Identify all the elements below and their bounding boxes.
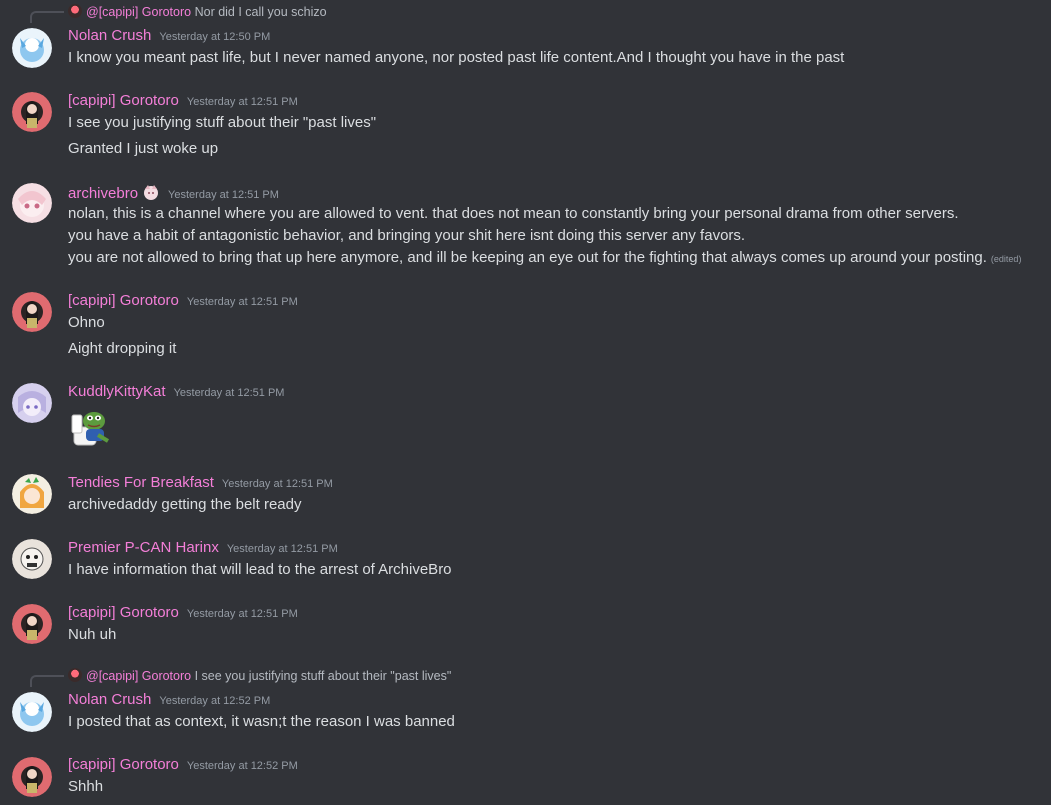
message-text: I know you meant past life, but I never … [68, 49, 845, 66]
reply-spine [30, 11, 64, 23]
avatar[interactable] [12, 292, 52, 332]
reply-avatar-icon [68, 4, 82, 18]
author-name[interactable]: [capipi] Gorotoro Yesterday at 12:51 PM [68, 604, 298, 621]
avatar[interactable] [12, 183, 52, 223]
timestamp: Yesterday at 12:51 PM [186, 96, 298, 108]
author-name[interactable]: Nolan Crush Yesterday at 12:52 PM [68, 691, 270, 708]
reply-author[interactable]: @[capipi] Gorotoro [86, 5, 191, 19]
author-name[interactable]: [capipi] Gorotoro Yesterday at 12:51 PM [68, 292, 298, 309]
timestamp: Yesterday at 12:51 PM [186, 608, 298, 620]
timestamp: Yesterday at 12:52 PM [186, 760, 298, 772]
reply-preview[interactable]: @[capipi] Gorotoro I see you justifying … [68, 668, 451, 683]
author-name[interactable]: Tendies For Breakfast Yesterday at 12:51 … [68, 474, 333, 491]
timestamp: Yesterday at 12:51 PM [173, 387, 285, 399]
avatar[interactable] [12, 757, 52, 797]
message-text: I see you justifying stuff about their "… [68, 114, 377, 131]
timestamp: Yesterday at 12:51 PM [186, 296, 298, 308]
pepe-toilet-sticker-icon[interactable] [68, 405, 112, 449]
reply-spine [30, 675, 64, 687]
avatar[interactable] [12, 474, 52, 514]
author-name[interactable]: Nolan Crush Yesterday at 12:50 PM [68, 27, 270, 44]
message-text: Granted I just woke up [68, 140, 219, 157]
author-name[interactable]: KuddlyKittyKat Yesterday at 12:51 PM [68, 383, 284, 400]
message-text: you are not allowed to bring that up her… [68, 249, 1022, 266]
avatar[interactable] [12, 383, 52, 423]
author-name[interactable]: [capipi] Gorotoro Yesterday at 12:52 PM [68, 756, 298, 773]
message-text: I posted that as context, it wasn;t the … [68, 713, 455, 730]
role-badge-icon [144, 185, 159, 200]
author-name[interactable]: archivebro Yesterday at 12:51 PM [68, 183, 279, 202]
reply-avatar-icon [68, 668, 82, 682]
edited-label: (edited) [990, 254, 1022, 264]
timestamp: Yesterday at 12:51 PM [226, 543, 338, 555]
message-text: Shhh [68, 778, 104, 795]
message-text: archivedaddy getting the belt ready [68, 496, 302, 513]
message-text: I have information that will lead to the… [68, 561, 452, 578]
avatar[interactable] [12, 604, 52, 644]
message-text: Aight dropping it [68, 340, 177, 357]
reply-author[interactable]: @[capipi] Gorotoro [86, 669, 191, 683]
reply-text: I see you justifying stuff about their "… [194, 669, 452, 683]
timestamp: Yesterday at 12:51 PM [221, 478, 333, 490]
message-text: Nuh uh [68, 626, 117, 643]
message-text: Ohno [68, 314, 105, 331]
avatar[interactable] [12, 692, 52, 732]
timestamp: Yesterday at 12:51 PM [168, 189, 279, 201]
author-name[interactable]: Premier P-CAN Harinx Yesterday at 12:51 P… [68, 539, 338, 556]
timestamp: Yesterday at 12:52 PM [159, 695, 271, 707]
message-text: you have a habit of antagonistic behavio… [68, 227, 746, 244]
reply-preview[interactable]: @[capipi] Gorotoro Nor did I call you sc… [68, 4, 327, 19]
avatar[interactable] [12, 92, 52, 132]
author-name[interactable]: [capipi] Gorotoro Yesterday at 12:51 PM [68, 92, 298, 109]
timestamp: Yesterday at 12:50 PM [159, 31, 271, 43]
avatar[interactable] [12, 28, 52, 68]
avatar[interactable] [12, 539, 52, 579]
reply-text: Nor did I call you schizo [194, 5, 327, 19]
message-text: nolan, this is a channel where you are a… [68, 205, 959, 222]
